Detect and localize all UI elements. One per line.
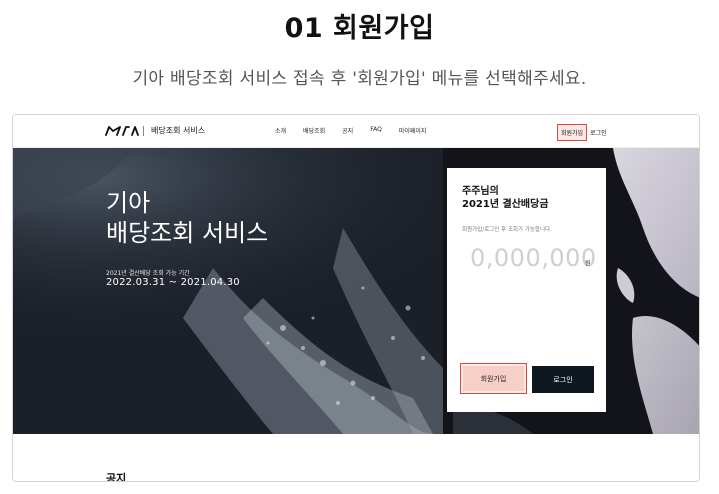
kia-logo-icon: [105, 126, 139, 136]
card-join-button-label: 회원가입: [463, 366, 524, 391]
main-menu: 소개 배당조회 공지 FAQ 마이페이지: [275, 126, 426, 135]
card-title: 주주님의 2021년 결산배당금: [462, 186, 549, 210]
header-join-button[interactable]: 회원가입: [557, 124, 588, 141]
menu-item-dividend[interactable]: 배당조회: [303, 126, 325, 135]
service-name[interactable]: 배당조회 서비스: [151, 125, 205, 136]
menu-item-mypage[interactable]: 마이페이지: [399, 126, 427, 135]
screenshot-frame: 배당조회 서비스 소개 배당조회 공지 FAQ 마이페이지 회원가입 로그인 기…: [12, 114, 700, 482]
hero-title: 기아 배당조회 서비스: [106, 189, 269, 247]
card-join-button[interactable]: 회원가입: [460, 363, 527, 394]
menu-item-notice[interactable]: 공지: [342, 126, 353, 135]
kia-logo[interactable]: [105, 124, 139, 138]
step-title: 01 회원가입: [284, 13, 435, 44]
dividend-card: 주주님의 2021년 결산배당금 회원가입/로그인 후 조회가 가능합니다. 0…: [447, 168, 606, 412]
hero-period-label: 2021년 결산배당 조회 가능 기간: [106, 270, 190, 277]
card-login-button[interactable]: 로그인: [532, 366, 594, 393]
menu-item-faq[interactable]: FAQ: [370, 126, 382, 135]
hero-period-dates: 2022.03.31 ~ 2021.04.30: [106, 277, 240, 288]
card-note: 회원가입/로그인 후 조회가 가능합니다.: [462, 227, 552, 233]
header-actions: 회원가입 로그인: [557, 124, 607, 141]
site-header: 배당조회 서비스 소개 배당조회 공지 FAQ 마이페이지 회원가입 로그인: [13, 115, 699, 148]
step-description: 기아 배당조회 서비스 접속 후 '회원가입' 메뉴를 선택해주세요.: [132, 69, 587, 89]
hero-banner: 기아 배당조회 서비스 2021년 결산배당 조회 가능 기간 2022.03.…: [13, 148, 699, 434]
notice-heading: 공지: [106, 472, 127, 482]
dividend-unit: 원: [585, 260, 591, 267]
header-login-button[interactable]: 로그인: [590, 128, 607, 137]
dividend-amount: 0,000,000: [470, 244, 597, 272]
header-divider: [143, 126, 144, 136]
menu-item-intro[interactable]: 소개: [275, 126, 286, 135]
